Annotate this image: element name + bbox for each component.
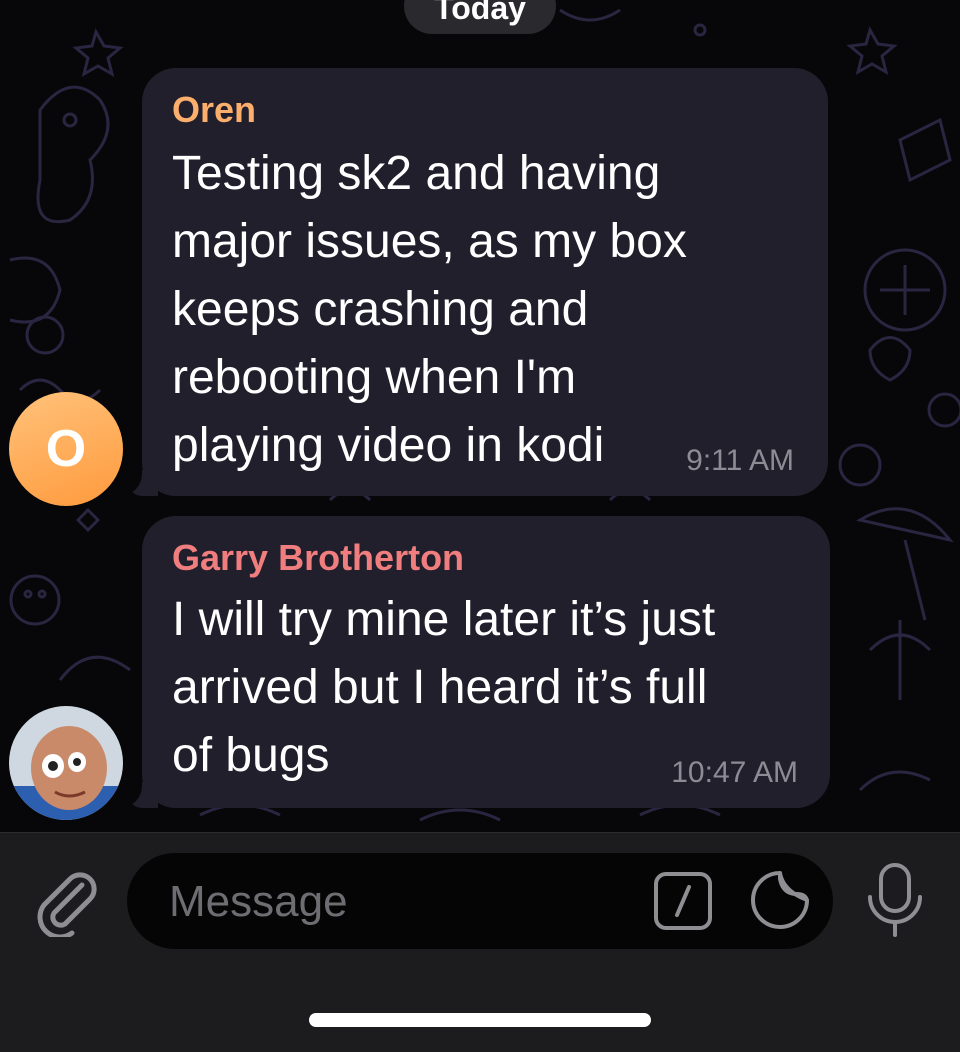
message-time: 9:11 AM [686, 444, 794, 477]
message-line: I will try mine later it’s just [172, 593, 716, 646]
attach-button[interactable] [30, 865, 102, 942]
date-separator: Today [404, 0, 556, 34]
avatar-garry[interactable] [9, 706, 123, 820]
message-line: major issues, as my box [172, 215, 687, 268]
message-line: arrived but I heard it’s full [172, 661, 708, 714]
message-line: Testing sk2 and having [172, 147, 661, 200]
bubble-tail [110, 466, 158, 496]
voice-message-button[interactable] [862, 861, 928, 946]
microphone-icon [868, 863, 922, 937]
sender-name[interactable]: Oren [172, 88, 256, 132]
date-separator-label: Today [434, 0, 526, 26]
command-slash-icon [654, 872, 712, 930]
message-text: Testing sk2 and having major issues, as … [172, 140, 812, 480]
composer-bar [0, 832, 960, 1052]
avatar-photo [9, 706, 123, 820]
sticker-icon [751, 871, 809, 929]
paperclip-icon [37, 872, 97, 940]
message-bubble-garry[interactable]: Garry Brotherton I will try mine later i… [110, 516, 830, 808]
message-input-container [127, 853, 833, 949]
home-indicator [309, 1013, 651, 1027]
message-line: keeps crashing and [172, 283, 589, 336]
message-bubble-oren[interactable]: Oren Testing sk2 and having major issues… [110, 68, 828, 496]
chat-background: Today Oren Testing sk2 and having major … [0, 0, 960, 832]
message-input[interactable] [167, 871, 631, 933]
message-line: rebooting when I'm [172, 351, 577, 404]
bot-commands-button[interactable] [653, 871, 713, 936]
message-time: 10:47 AM [671, 756, 798, 789]
sender-name[interactable]: Garry Brotherton [172, 536, 464, 580]
bubble-tail [110, 778, 158, 808]
avatar-oren[interactable]: O [9, 392, 123, 506]
sticker-button[interactable] [749, 869, 811, 936]
avatar-initial: O [45, 420, 87, 478]
